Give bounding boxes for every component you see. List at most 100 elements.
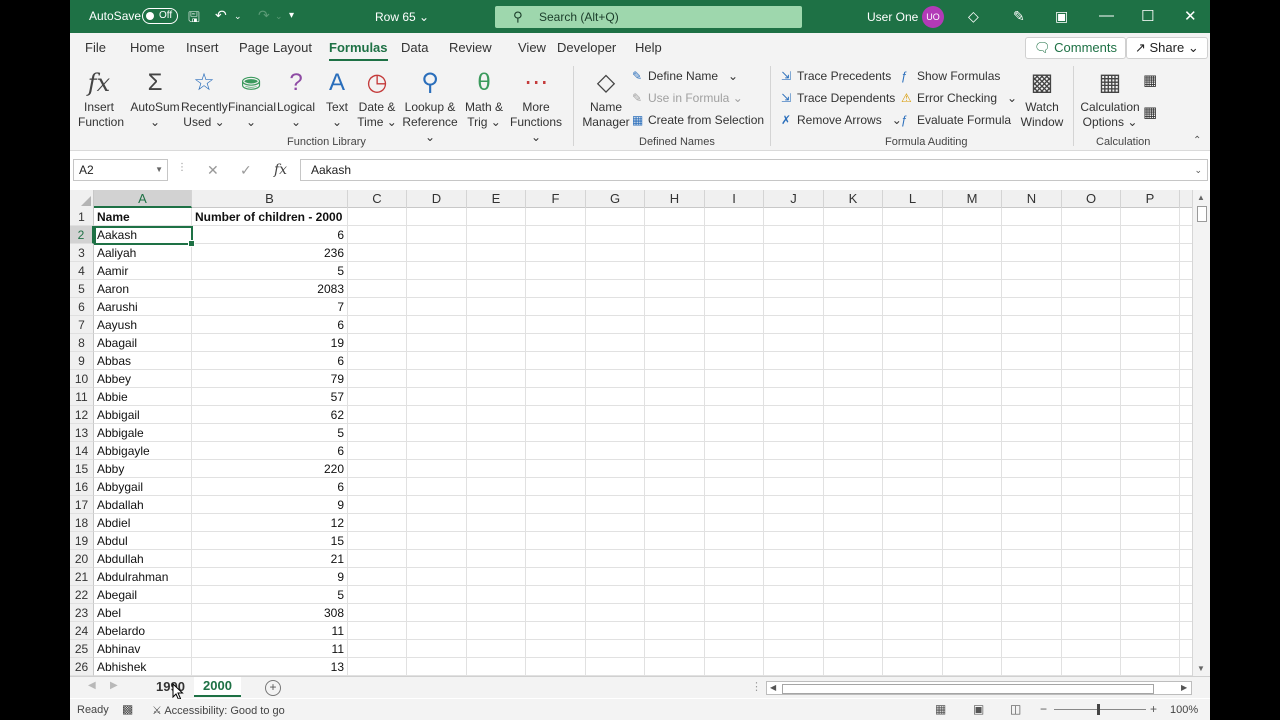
tab-home[interactable]: Home	[130, 40, 165, 55]
tab-page-layout[interactable]: Page Layout	[239, 40, 312, 55]
lookup-reference-button[interactable]: ⚲ Lookup & Reference ⌄	[400, 66, 460, 145]
name-cell[interactable]: Abbas	[94, 352, 192, 370]
scroll-up-icon[interactable]: ▲	[1197, 193, 1205, 202]
children-count-cell[interactable]: 19	[192, 334, 348, 352]
name-cell[interactable]: Abdul	[94, 532, 192, 550]
column-header-a[interactable]: A	[94, 190, 192, 208]
row-header[interactable]: 7	[70, 316, 94, 334]
name-manager-button[interactable]: ◇ Name Manager	[580, 66, 632, 130]
children-count-cell[interactable]: 308	[192, 604, 348, 622]
row-header[interactable]: 20	[70, 550, 94, 568]
trace-dependents-button[interactable]: ⇲ Trace Dependents	[781, 91, 895, 105]
row-header[interactable]: 12	[70, 406, 94, 424]
row-header[interactable]: 5	[70, 280, 94, 298]
column-header-h[interactable]: H	[645, 190, 705, 208]
undo-icon[interactable]: ↶	[215, 7, 227, 24]
children-count-cell[interactable]: 62	[192, 406, 348, 424]
evaluate-formula-button[interactable]: ƒ Evaluate Formula	[901, 113, 1011, 127]
error-checking-button[interactable]: ⚠ Error Checking ⌄	[901, 91, 1017, 105]
autosave-toggle[interactable]: Off	[142, 8, 178, 24]
diamond-icon[interactable]: ◇	[968, 8, 979, 25]
column-header-m[interactable]: M	[943, 190, 1002, 208]
watch-window-button[interactable]: ▩ Watch Window	[1018, 66, 1066, 130]
name-cell[interactable]: Abbygail	[94, 478, 192, 496]
document-name[interactable]: Row 65 ⌄	[375, 10, 429, 24]
text-button[interactable]: A Text ⌄	[322, 66, 352, 130]
splitter-icon[interactable]: ⋮	[751, 680, 762, 693]
create-from-selection-button[interactable]: ▦ Create from Selection	[632, 113, 764, 127]
row-header[interactable]: 2	[70, 226, 94, 244]
prev-sheet-icon[interactable]: ◀	[88, 680, 96, 691]
normal-view-icon[interactable]: ▦	[935, 702, 946, 716]
row-header[interactable]: 14	[70, 442, 94, 460]
name-cell[interactable]: Abdullah	[94, 550, 192, 568]
horizontal-scroll-track[interactable]: ◀ ▶	[766, 681, 1192, 695]
calculate-now-icon[interactable]: ▦	[1143, 71, 1157, 89]
more-functions-button[interactable]: ⋯ More Functions ⌄	[507, 66, 565, 145]
user-name[interactable]: User One	[867, 10, 918, 24]
vertical-scrollbar[interactable]: ▲ ▼	[1192, 190, 1210, 676]
row-header[interactable]: 3	[70, 244, 94, 262]
row-header[interactable]: 15	[70, 460, 94, 478]
name-cell[interactable]: Aaliyah	[94, 244, 192, 262]
scroll-thumb[interactable]	[1197, 206, 1207, 222]
comments-button[interactable]: 🗨 Comments	[1025, 37, 1126, 59]
avatar[interactable]: UO	[922, 6, 944, 28]
name-cell[interactable]: Aayush	[94, 316, 192, 334]
date-time-button[interactable]: ◷ Date & Time ⌄	[356, 66, 398, 130]
name-cell[interactable]: Abbigale	[94, 424, 192, 442]
children-count-cell[interactable]: 6	[192, 316, 348, 334]
horizontal-scroll-thumb[interactable]	[782, 684, 1154, 694]
accessibility-status[interactable]: ⚔ Accessibility: Good to go	[152, 704, 285, 717]
zoom-out-icon[interactable]: −	[1040, 702, 1047, 716]
row-header[interactable]: 13	[70, 424, 94, 442]
children-count-cell[interactable]: 57	[192, 388, 348, 406]
math-trig-button[interactable]: θ Math & Trig ⌄	[462, 66, 506, 130]
header-cell-name[interactable]: Name	[94, 208, 192, 226]
column-header-k[interactable]: K	[824, 190, 883, 208]
tab-insert[interactable]: Insert	[186, 40, 219, 55]
remove-arrows-button[interactable]: ✗ Remove Arrows ⌄	[781, 113, 902, 127]
row-header[interactable]: 6	[70, 298, 94, 316]
tab-file[interactable]: File	[85, 40, 106, 55]
name-cell[interactable]: Abegail	[94, 586, 192, 604]
row-header[interactable]: 10	[70, 370, 94, 388]
expand-formula-icon[interactable]: ⌄	[1194, 160, 1202, 180]
collapse-ribbon-icon[interactable]: ⌃	[1193, 135, 1201, 146]
page-break-view-icon[interactable]: ◫	[1010, 702, 1021, 716]
row-header[interactable]: 21	[70, 568, 94, 586]
scroll-down-icon[interactable]: ▼	[1197, 664, 1205, 673]
zoom-slider[interactable]	[1054, 709, 1146, 710]
name-cell[interactable]: Abbigail	[94, 406, 192, 424]
scroll-left-icon[interactable]: ◀	[770, 683, 776, 692]
tab-data[interactable]: Data	[401, 40, 428, 55]
name-box[interactable]: A2 ▼	[73, 159, 168, 181]
name-cell[interactable]: Abbigayle	[94, 442, 192, 460]
column-header-c[interactable]: C	[348, 190, 407, 208]
children-count-cell[interactable]: 220	[192, 460, 348, 478]
name-cell[interactable]: Abbie	[94, 388, 192, 406]
pen-icon[interactable]: ✎	[1013, 8, 1025, 25]
redo-dropdown-icon[interactable]: ⌄	[275, 11, 283, 22]
insert-function-icon[interactable]: fx	[274, 162, 287, 178]
column-header-d[interactable]: D	[407, 190, 467, 208]
row-header[interactable]: 4	[70, 262, 94, 280]
children-count-cell[interactable]: 6	[192, 352, 348, 370]
column-header-j[interactable]: J	[764, 190, 824, 208]
tab-help[interactable]: Help	[635, 40, 662, 55]
redo-icon[interactable]: ↷	[258, 7, 270, 24]
select-all-button[interactable]	[70, 190, 94, 208]
row-header[interactable]: 26	[70, 658, 94, 676]
column-header-o[interactable]: O	[1062, 190, 1121, 208]
undo-dropdown-icon[interactable]: ⌄	[234, 11, 242, 22]
children-count-cell[interactable]: 5	[192, 586, 348, 604]
children-count-cell[interactable]: 9	[192, 496, 348, 514]
zoom-in-icon[interactable]: +	[1150, 702, 1157, 716]
recently-used-button[interactable]: ☆ Recently Used ⌄	[181, 66, 228, 130]
name-cell[interactable]: Abdulrahman	[94, 568, 192, 586]
ribbon-display-icon[interactable]: ▣	[1055, 8, 1068, 25]
cancel-icon[interactable]: ✕	[207, 162, 219, 179]
close-icon[interactable]: ✕	[1184, 7, 1197, 25]
financial-button[interactable]: ⛂ Financial ⌄	[228, 66, 276, 130]
autosum-button[interactable]: Σ AutoSum ⌄	[130, 66, 180, 130]
